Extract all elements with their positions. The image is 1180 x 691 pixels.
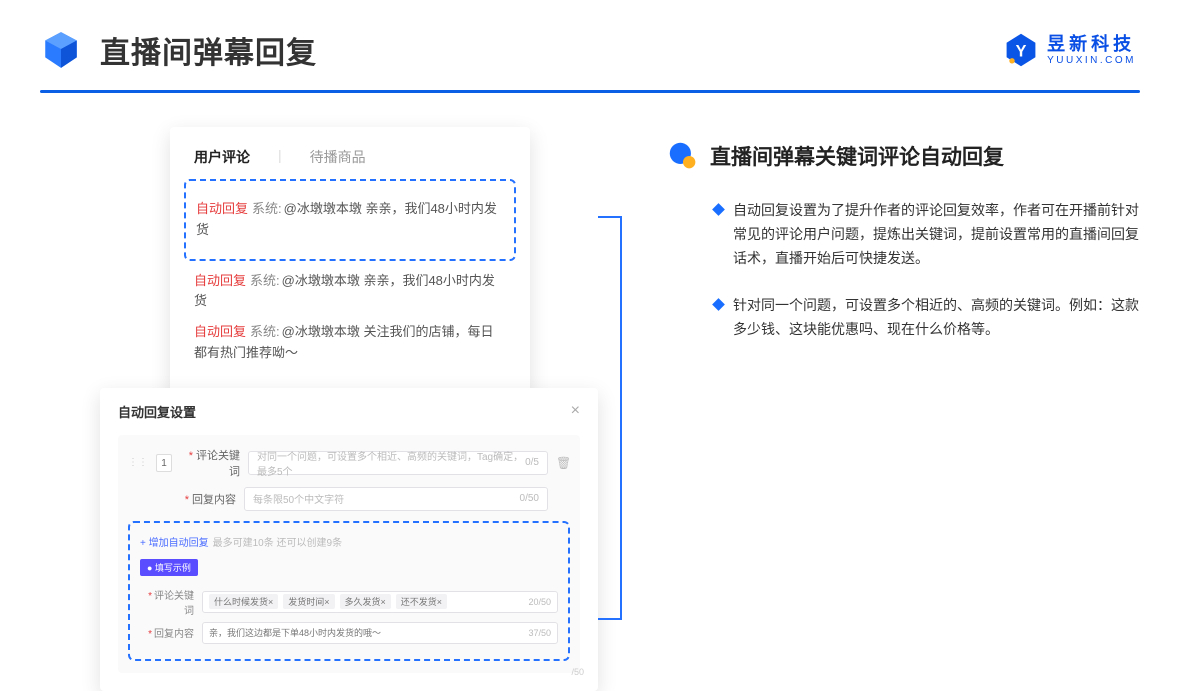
delete-icon[interactable]: 🗑 <box>556 456 570 470</box>
tab-user-comments[interactable]: 用户评论 <box>194 147 250 167</box>
example-highlight: + 增加自动回复最多可建10条 还可以创建9条 ● 填写示例 *评论关键词 什么… <box>128 521 570 661</box>
add-hint: 最多可建10条 还可以创建9条 <box>213 538 342 549</box>
cube-icon <box>40 29 82 71</box>
brand-mark-icon: Y <box>1003 32 1039 68</box>
keyword-chip[interactable]: 发货时间× <box>283 594 334 609</box>
auto-reply-settings-panel: 自动回复设置 × ⋮⋮ 1 *评论关键词 对同一个问题，可设置多个相近、高频的关… <box>100 388 598 691</box>
brand-name-en: YUUXIN.COM <box>1047 55 1136 66</box>
connector-line <box>598 207 628 629</box>
auto-reply-tag: 自动回复 <box>196 201 248 216</box>
tab-pending-products[interactable]: 待播商品 <box>310 147 366 167</box>
drag-handle-icon[interactable]: ⋮⋮ <box>128 457 148 468</box>
brand-name-cn: 昱新科技 <box>1047 35 1136 53</box>
diamond-bullet-icon <box>712 299 725 312</box>
comment-item: 自动回复系统:@冰墩墩本墩 关注我们的店铺，每日都有热门推荐呦～ <box>194 322 506 364</box>
svg-text:Y: Y <box>1016 42 1027 60</box>
example-badge: ● 填写示例 <box>140 559 198 576</box>
rule-ordinal: 1 <box>156 454 172 472</box>
reply-label: *回复内容 <box>176 491 236 507</box>
keyword-input[interactable]: 对同一个问题，可设置多个相近、高频的关键词，Tag确定，最多5个0/5 <box>248 451 548 475</box>
bullet-item: 针对同一个问题，可设置多个相近的、高频的关键词。例如：这款多少钱、这块能优惠吗、… <box>668 294 1140 342</box>
brand-logo: Y 昱新科技 YUUXIN.COM <box>1003 32 1136 68</box>
comments-panel: 用户评论 | 待播商品 自动回复系统:@冰墩墩本墩 亲亲，我们48小时内发货 自… <box>170 127 530 398</box>
ex-keyword-chips[interactable]: 什么时候发货× 发货时间× 多久发货× 还不发货× 20/50 <box>202 591 558 613</box>
keyword-chip[interactable]: 什么时候发货× <box>209 594 278 609</box>
settings-title: 自动回复设置 <box>118 402 196 421</box>
chat-bubble-icon <box>668 141 698 171</box>
add-auto-reply-link[interactable]: + 增加自动回复 <box>140 538 209 549</box>
ghost-count: /50 <box>571 667 584 677</box>
section-title: 直播间弹幕关键词评论自动回复 <box>710 141 1004 171</box>
close-icon[interactable]: × <box>571 402 580 420</box>
highlighted-comment: 自动回复系统:@冰墩墩本墩 亲亲，我们48小时内发货 <box>184 179 516 261</box>
keyword-chip[interactable]: 多久发货× <box>340 594 391 609</box>
keyword-label: *评论关键词 <box>180 447 240 479</box>
ex-keyword-label: *评论关键词 <box>140 587 194 617</box>
keyword-chip[interactable]: 还不发货× <box>396 594 447 609</box>
comment-item: 自动回复系统:@冰墩墩本墩 亲亲，我们48小时内发货 <box>194 271 506 313</box>
tab-separator: | <box>278 147 282 167</box>
bullet-item: 自动回复设置为了提升作者的评论回复效率，作者可在开播前针对常见的评论用户问题，提… <box>668 199 1140 270</box>
ex-reply-text[interactable]: 亲，我们这边都是下单48小时内发货的哦～37/50 <box>202 622 558 644</box>
diamond-bullet-icon <box>712 203 725 216</box>
ex-reply-label: *回复内容 <box>140 625 194 640</box>
page-title: 直播间弹幕回复 <box>100 28 317 72</box>
reply-input[interactable]: 每条限50个中文字符0/50 <box>244 487 548 511</box>
